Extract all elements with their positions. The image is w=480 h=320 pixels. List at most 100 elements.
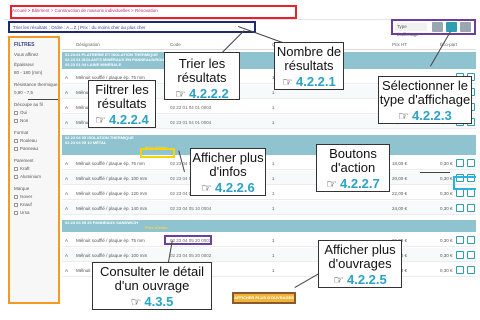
column-header[interactable]: Code <box>170 42 181 47</box>
row-eco: 0,30 € <box>440 238 453 243</box>
filter-checkbox-line[interactable]: Aluminium <box>14 174 41 180</box>
row-code[interactable]: 02 23 01 04 01 0004 <box>170 120 211 125</box>
callout-ref: 4.2.2.2 <box>189 86 229 101</box>
callout-sort: Trier les résultats ☞ 4.2.2.2 <box>164 52 240 101</box>
row-price: 18,00 € <box>392 161 408 166</box>
cart-icon[interactable] <box>456 189 464 197</box>
category-band[interactable]: 02 23 04 05 ISOLATION THERMIQUE 02 23 04… <box>62 135 476 155</box>
callout-ref: 4.2.2.7 <box>340 176 380 191</box>
checkbox[interactable] <box>14 202 18 207</box>
table-row[interactable]: A Mélnuit soufflé / plaque ép. 140 mm 02… <box>62 201 476 215</box>
row-designation[interactable]: Mélnuit soufflé / plaque ép. 120 mm <box>76 191 147 196</box>
table-row[interactable]: A Mélnuit soufflé / plaque ép. 120 mm 02… <box>62 186 476 200</box>
checkbox[interactable] <box>14 118 18 123</box>
more-info-link[interactable]: Plus d'infos <box>65 225 476 230</box>
filter-checkbox-line[interactable]: Isover <box>14 194 32 200</box>
checkbox[interactable] <box>14 166 18 171</box>
pointing-hand-icon: ☞ <box>201 181 212 195</box>
row-code[interactable]: 02 23 04 05 10 0004 <box>170 206 211 211</box>
table-view-icon[interactable] <box>460 22 471 32</box>
sort-controls[interactable]: Trier les résultats : Ordre : A→Z | Prix… <box>10 23 254 32</box>
filter-checkbox-line[interactable]: Non <box>14 118 28 124</box>
details-icon[interactable] <box>467 159 475 167</box>
category-band[interactable]: 01.23.01 PLATRERIE ET ISOLATION THERMIQU… <box>62 52 476 69</box>
filter-option: Ursa <box>20 210 30 215</box>
more-info-link[interactable]: Plus d'infos <box>65 145 476 150</box>
details-icon[interactable] <box>467 204 475 212</box>
checkbox[interactable] <box>14 138 18 143</box>
row-designation[interactable]: Mélnuit soufflé / plaque ép. 140 mm <box>76 206 147 211</box>
details-icon[interactable] <box>467 266 475 274</box>
checkbox[interactable] <box>14 210 18 215</box>
filter-checkbox-line[interactable]: Knauf <box>14 202 32 208</box>
arrow <box>28 99 58 100</box>
row-type: A <box>65 120 69 125</box>
row-code[interactable]: 02 23 01 04 01 0003 <box>170 105 211 110</box>
row-type: A <box>65 105 69 110</box>
cart-icon[interactable] <box>456 236 464 244</box>
callout-ref: 4.2.2.6 <box>215 180 255 195</box>
cart-icon[interactable] <box>456 159 464 167</box>
row-designation[interactable]: Mélnuit soufflé / plaque ép. 100 mm <box>76 176 147 181</box>
row-type: A <box>65 161 69 166</box>
view-selector: Type d'affichage <box>392 20 474 37</box>
table-row[interactable]: A Mélnuit soufflé / plaque ép. 75 mm 02 … <box>62 233 476 247</box>
details-icon[interactable] <box>467 174 475 182</box>
filter-option: Non <box>20 118 29 123</box>
filter-line[interactable]: 0,90 - 7,5 <box>14 90 33 96</box>
filter-checkbox-line[interactable]: Rouleau <box>14 138 37 144</box>
category-title: 03 23 01 04 LAINE MINÉRALE <box>65 62 122 67</box>
column-header[interactable]: Désignation <box>76 42 100 47</box>
row-code[interactable]: 02 23 04 05 20 0002 <box>170 253 211 258</box>
filter-checkbox-line[interactable]: Ursa <box>14 210 30 216</box>
callout-ref: 4.2.2.3 <box>412 108 452 123</box>
row-code[interactable]: 02 23 04 05 20 0001 <box>170 238 211 243</box>
pointing-hand-icon: ☞ <box>326 177 337 191</box>
pointing-hand-icon: ☞ <box>130 295 142 309</box>
filter-checkbox-line[interactable]: Panneau <box>14 146 38 152</box>
row-qty: 1 <box>272 191 275 196</box>
callout-text: Trier les résultats <box>177 56 227 85</box>
column-header[interactable]: Prix HT <box>392 42 407 47</box>
callout-view-type: Sélectionner le type d'affichage ☞ 4.2.2.… <box>378 76 472 124</box>
row-designation[interactable]: Mélnuit soufflé / plaque ép. 75 mm <box>76 161 145 166</box>
filter-option: Panneau <box>20 146 39 151</box>
row-designation[interactable]: Mélnuit soufflé / plaque ép. 100 mm <box>76 253 147 258</box>
category-band[interactable]: 02 23 04 05 20 PANNEAUX SANDWICH Plus d'… <box>62 220 476 232</box>
row-designation[interactable]: Mélnuit soufflé / plaque ép. 75 mm <box>76 238 145 243</box>
callout-ref: 4.2.2.5 <box>347 272 387 287</box>
table-row[interactable]: A Mélnuit soufflé / plaque ép. 100 mm 02… <box>62 248 476 262</box>
table-row[interactable]: A Mélnuit soufflé / plaque ép. 100 mm 02… <box>62 171 476 185</box>
list-view-icon[interactable] <box>432 22 443 32</box>
pointing-hand-icon: ☞ <box>175 87 186 101</box>
details-icon[interactable] <box>467 251 475 259</box>
filter-line[interactable]: 80 - 180 (mm) <box>14 70 42 76</box>
filter-option: Rouleau <box>20 138 37 143</box>
table-row[interactable]: A Mélnuit soufflé / plaque ép. 75 mm 02 … <box>62 156 476 170</box>
filter-line: Vous affinez <box>14 52 39 57</box>
checkbox[interactable] <box>14 194 18 199</box>
filter-checkbox-line[interactable]: Oui <box>14 110 27 116</box>
filter-checkbox-line[interactable]: Kraft <box>14 166 30 172</box>
cart-icon[interactable] <box>456 204 464 212</box>
pointing-hand-icon: ☞ <box>95 113 106 127</box>
cart-icon[interactable] <box>456 251 464 259</box>
callout-count: Nombre de résultats ☞ 4.2.2.1 <box>274 42 344 90</box>
checkbox[interactable] <box>14 174 18 179</box>
callout-ref: 4.3.5 <box>144 294 174 309</box>
pointing-hand-icon: ☞ <box>282 75 293 89</box>
show-more-button[interactable]: AFFICHER PLUS D'OUVRAGES <box>234 294 294 302</box>
breadcrumb[interactable]: Accueil > Bâtiment > Construction de mai… <box>12 8 292 16</box>
grid-view-icon[interactable] <box>446 22 457 32</box>
cart-icon[interactable] <box>456 266 464 274</box>
row-eco: 0,30 € <box>440 268 453 273</box>
details-icon[interactable] <box>467 236 475 244</box>
callout-more-info: Afficher plus d'infos ☞ 4.2.2.6 <box>190 148 266 196</box>
cart-icon[interactable] <box>456 174 464 182</box>
row-type: A <box>65 176 69 181</box>
callout-text: Afficher plus d'infos <box>192 150 264 179</box>
details-icon[interactable] <box>467 189 475 197</box>
checkbox[interactable] <box>14 110 18 115</box>
checkbox[interactable] <box>14 146 18 151</box>
filter-option: Isover <box>20 194 33 199</box>
